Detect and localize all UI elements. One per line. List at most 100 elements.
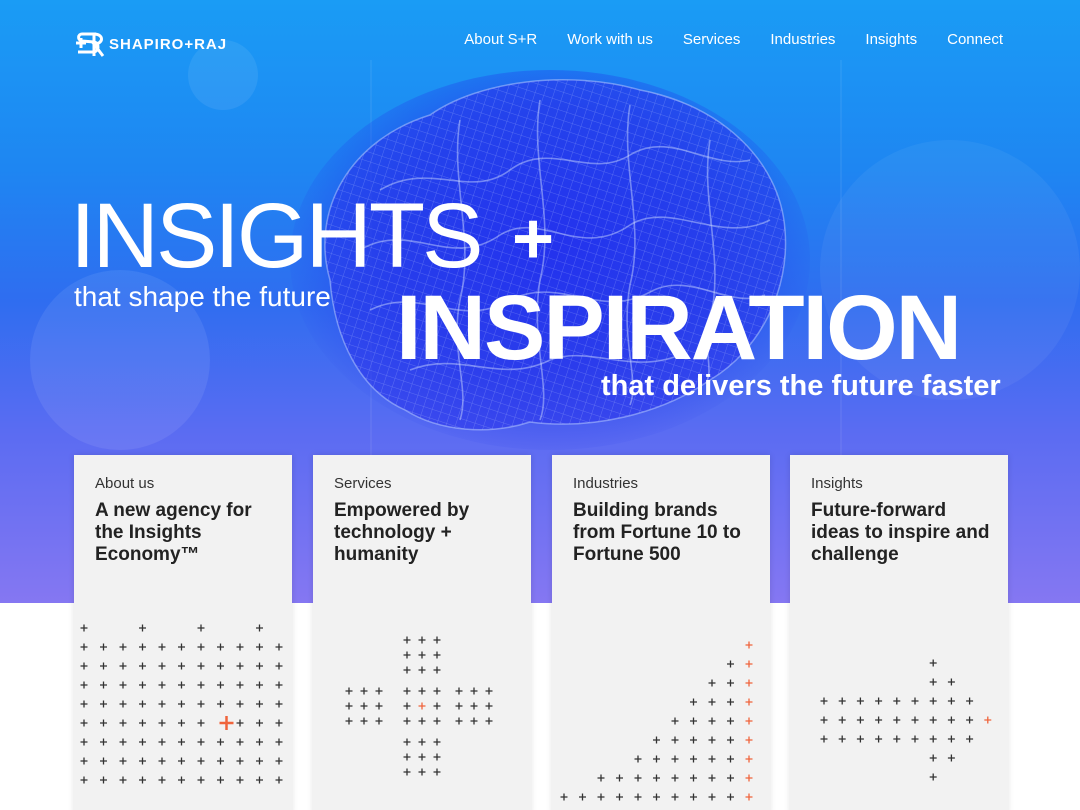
plus-mark (745, 774, 753, 782)
hero-plus-sign: + (512, 199, 555, 279)
plus-mark (403, 687, 411, 695)
plus-mark (690, 736, 697, 744)
hero-subline-2: that delivers the future faster (601, 370, 1001, 402)
plus-mark (433, 687, 441, 695)
hero-subline-1: that shape the future (74, 281, 331, 312)
plus-mark (671, 717, 679, 725)
card-category: Industries (573, 475, 639, 492)
plus-mark (139, 662, 146, 670)
plus-mark (139, 719, 146, 727)
plus-mark (197, 681, 205, 689)
plus-mark (560, 793, 568, 801)
plus-mark (80, 776, 88, 784)
plus-mark (403, 753, 411, 761)
plus-mark (119, 662, 127, 670)
plus-mark (745, 660, 753, 668)
plus-mark (158, 738, 166, 746)
brand-name: SHAPIRO+RAJ (109, 35, 228, 53)
plus-mark (485, 717, 493, 725)
plus-mark (119, 681, 127, 689)
plus-mark (217, 681, 224, 689)
plus-mark (653, 774, 660, 782)
plus-mark (403, 768, 411, 776)
plus-mark (139, 681, 146, 689)
plus-mark (433, 768, 441, 776)
plus-mark (100, 776, 107, 784)
plus-mark (139, 643, 146, 651)
plus-mark (745, 679, 753, 687)
plus-mark (217, 757, 224, 765)
plus-mark (178, 681, 185, 689)
nav-item-insights[interactable]: Insights (865, 31, 917, 48)
plus-mark (236, 757, 244, 765)
nav-item-industries[interactable]: Industries (770, 31, 835, 48)
plus-mark (893, 735, 901, 743)
plus-mark (80, 662, 88, 670)
plus-mark (256, 662, 263, 670)
decor-line (840, 60, 842, 480)
plus-mark (217, 643, 224, 651)
plus-mark (139, 624, 146, 632)
card-industries[interactable]: Industries Building brands from Fortune … (552, 455, 770, 810)
plus-mark (727, 793, 734, 801)
plus-mark (178, 776, 185, 784)
nav-item-work-with-us[interactable]: Work with us (567, 31, 653, 48)
plus-mark (139, 776, 146, 784)
plus-mark (875, 735, 883, 743)
card-insights[interactable]: Insights Future-forward ideas to inspire… (790, 455, 1008, 810)
plus-mark (745, 717, 753, 725)
plus-mark (947, 716, 955, 724)
card-about-us[interactable]: About us A new agency for the Insights E… (74, 455, 292, 810)
hero-headline-insights: INSIGHTS (70, 185, 483, 287)
plus-mark (236, 681, 244, 689)
plus-mark (178, 700, 185, 708)
plus-mark (119, 719, 127, 727)
plus-mark (197, 662, 205, 670)
plus-mark (838, 716, 846, 724)
plus-mark (158, 757, 166, 765)
plus-mark (671, 736, 679, 744)
nav-item-about[interactable]: About S+R (464, 31, 537, 48)
brand-logo[interactable]: SHAPIRO+RAJ (74, 30, 227, 58)
plus-mark (727, 660, 734, 668)
plus-mark (433, 636, 441, 644)
plus-mark (197, 738, 205, 746)
plus-mark (256, 757, 263, 765)
plus-mark (236, 738, 244, 746)
plus-mark (100, 719, 107, 727)
plus-mark (119, 700, 127, 708)
plus-mark (929, 716, 937, 724)
card-services[interactable]: Services Empowered by technology + human… (313, 455, 531, 810)
nav-item-connect[interactable]: Connect (947, 31, 1003, 48)
plus-mark (403, 702, 411, 710)
plus-mark (708, 698, 716, 706)
plus-mark (634, 793, 642, 801)
card-title: Empowered by technology + humanity (334, 500, 470, 565)
plus-mark (375, 717, 383, 725)
plus-mark (929, 678, 937, 686)
plus-mark (275, 643, 283, 651)
plus-mark (256, 681, 263, 689)
plus-mark (236, 643, 244, 651)
plus-mark (119, 738, 127, 746)
plus-mark (158, 700, 166, 708)
plus-mark (470, 687, 478, 695)
plus-mark (929, 735, 937, 743)
plus-mark (616, 774, 623, 782)
nav-item-services[interactable]: Services (683, 31, 741, 48)
plus-mark (455, 702, 463, 710)
plus-mark (158, 719, 166, 727)
plus-mark (80, 719, 88, 727)
plus-mark (256, 624, 263, 632)
plus-mark (911, 735, 919, 743)
plus-mark (966, 716, 974, 724)
plus-mark (139, 738, 146, 746)
plus-mark (256, 738, 263, 746)
plus-mark (217, 738, 224, 746)
plus-mark (236, 700, 244, 708)
plus-mark (433, 651, 441, 659)
plus-mark (345, 687, 353, 695)
card-title: Future-forward ideas to inspire and chal… (811, 500, 990, 565)
plus-mark (745, 736, 753, 744)
plus-mark (178, 662, 185, 670)
